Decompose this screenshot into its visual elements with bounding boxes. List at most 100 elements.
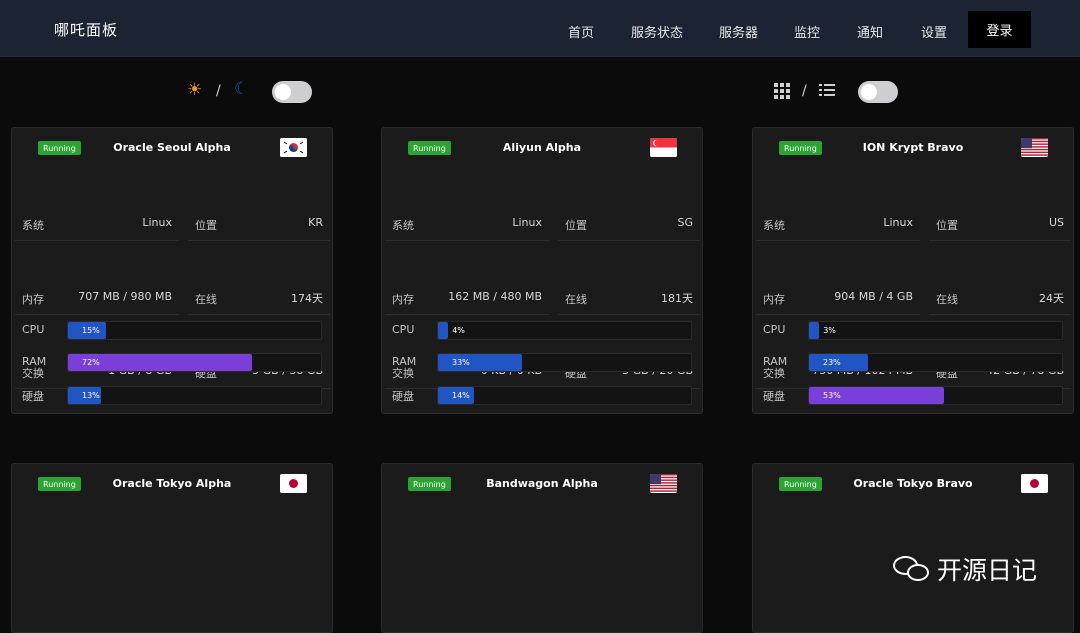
sun-icon[interactable]: ☀ <box>187 80 202 100</box>
moon-icon[interactable]: ☾ <box>234 79 249 99</box>
info-cell-online: 在线 181天 <box>558 279 700 315</box>
kr-flag-icon <box>280 138 307 157</box>
label-location: 位置 <box>565 219 587 232</box>
view-toggle-switch[interactable] <box>858 81 898 103</box>
card-header: Running Oracle Tokyo Alpha <box>12 464 332 502</box>
ram-label: RAM <box>763 355 788 368</box>
watermark-text: 开源日记 <box>937 556 1038 585</box>
value-online: 174天 <box>291 292 323 305</box>
cpu-progress-bar: 3% <box>808 321 1063 340</box>
ram-progress-fill <box>438 354 523 371</box>
watermark: 开源日记 <box>893 551 1037 587</box>
cpu-percent: 4% <box>452 326 465 335</box>
nav-monitor[interactable]: 监控 <box>794 22 820 41</box>
us-flag-icon <box>650 474 677 493</box>
label-system: 系统 <box>763 219 785 232</box>
sg-flag-icon <box>650 138 677 157</box>
value-os: Linux <box>883 216 913 229</box>
server-card[interactable]: RunningOracle Tokyo Alpha系统Linux位置JP内存56… <box>11 463 333 633</box>
label-memory: 内存 <box>392 293 414 306</box>
cpu-usage-row: CPU 4% <box>382 321 702 341</box>
cpu-label: CPU <box>763 323 786 336</box>
toggle-knob <box>861 84 877 100</box>
info-cell-system: 系统 Linux <box>756 205 920 241</box>
disk_bar-usage-row: 硬盘 14% <box>382 386 702 406</box>
ram-progress-bar: 23% <box>808 353 1063 372</box>
list-view-icon[interactable] <box>819 83 835 97</box>
card-header: Running Oracle Tokyo Bravo <box>753 464 1073 502</box>
toggle-knob <box>275 84 291 100</box>
disk_bar-label: 硬盘 <box>22 390 44 403</box>
ram-percent: 33% <box>452 358 470 367</box>
brand-title[interactable]: 哪吒面板 <box>54 19 118 40</box>
nav-service-status[interactable]: 服务状态 <box>631 22 683 41</box>
top-navbar: 哪吒面板 首页 服务状态 服务器 监控 通知 设置 登录 <box>0 0 1080 57</box>
server-card[interactable]: Running Oracle Seoul Alpha 系统 Linux 位置 KR 内存 70… <box>11 127 333 414</box>
grid-view-icon[interactable] <box>774 83 790 99</box>
info-cell-location: 位置 KR <box>188 205 330 241</box>
ram-progress-bar: 72% <box>67 353 322 372</box>
ram-percent: 23% <box>823 358 841 367</box>
value-memory: 162 MB / 480 MB <box>448 290 542 303</box>
label-online: 在线 <box>936 293 958 306</box>
server-card[interactable]: Running ION Krypt Bravo 系统 Linux 位置 US 内存 904 M… <box>752 127 1074 414</box>
disk_bar-percent: 53% <box>823 391 841 400</box>
label-location: 位置 <box>936 219 958 232</box>
ram-progress-bar: 33% <box>437 353 692 372</box>
cpu-usage-row: CPU 3% <box>753 321 1073 341</box>
disk_bar-progress-bar: 13% <box>67 386 322 405</box>
disk_bar-usage-row: 硬盘 13% <box>12 386 332 406</box>
info-cell-memory: 内存 707 MB / 980 MB <box>15 279 179 315</box>
cpu-percent: 3% <box>823 326 836 335</box>
disk_bar-label: 硬盘 <box>763 390 785 403</box>
cpu-usage-row: CPU 15% <box>12 321 332 341</box>
theme-separator: / <box>216 83 221 99</box>
cpu-progress-fill <box>809 322 820 339</box>
label-memory: 内存 <box>22 293 44 306</box>
info-cell-system: 系统 Linux <box>15 205 179 241</box>
cpu-label: CPU <box>22 323 45 336</box>
us-flag-icon <box>1021 138 1048 157</box>
label-online: 在线 <box>565 293 587 306</box>
ram-label: RAM <box>392 355 417 368</box>
server-card[interactable]: RunningBandwagon Alpha系统Linux位置US内存207 M… <box>381 463 703 633</box>
value-os: Linux <box>512 216 542 229</box>
info-cell-online: 在线 174天 <box>188 279 330 315</box>
label-system: 系统 <box>392 219 414 232</box>
info-cell-system: 系统 Linux <box>385 205 549 241</box>
theme-toggle-switch[interactable] <box>272 81 312 103</box>
server-card[interactable]: RunningOracle Tokyo Bravo系统Linux位置JP内存37… <box>752 463 1074 633</box>
label-online: 在线 <box>195 293 217 306</box>
card-header: Running ION Krypt Bravo <box>753 128 1073 166</box>
nav-notifications[interactable]: 通知 <box>857 22 883 41</box>
info-cell-memory: 内存 904 MB / 4 GB <box>756 279 920 315</box>
cpu-progress-fill <box>438 322 449 339</box>
label-memory: 内存 <box>763 293 785 306</box>
server-card[interactable]: Running Aliyun Alpha 系统 Linux 位置 SG 内存 162 MB /… <box>381 127 703 414</box>
nav-settings[interactable]: 设置 <box>921 22 947 41</box>
card-header: Running Bandwagon Alpha <box>382 464 702 502</box>
value-location: KR <box>308 216 323 229</box>
info-cell-location: 位置 SG <box>558 205 700 241</box>
value-location: US <box>1048 216 1064 229</box>
jp-flag-icon <box>1021 474 1048 493</box>
cpu-progress-bar: 15% <box>67 321 322 340</box>
cpu-label: CPU <box>392 323 415 336</box>
ram-usage-row: RAM 23% <box>753 353 1073 373</box>
value-location: SG <box>677 216 693 229</box>
disk_bar-percent: 14% <box>452 391 470 400</box>
info-cell-online: 在线 24天 <box>929 279 1071 315</box>
jp-flag-icon <box>280 474 307 493</box>
disk_bar-progress-bar: 53% <box>808 386 1063 405</box>
nav-servers[interactable]: 服务器 <box>719 22 758 41</box>
ram-usage-row: RAM 72% <box>12 353 332 373</box>
ram-usage-row: RAM 33% <box>382 353 702 373</box>
label-system: 系统 <box>22 219 44 232</box>
nav-home[interactable]: 首页 <box>568 22 594 41</box>
login-button[interactable]: 登录 <box>968 11 1031 48</box>
card-header: Running Aliyun Alpha <box>382 128 702 166</box>
value-os: Linux <box>142 216 172 229</box>
wechat-icon <box>893 554 931 584</box>
disk_bar-percent: 13% <box>82 391 100 400</box>
value-memory: 904 MB / 4 GB <box>834 290 913 303</box>
